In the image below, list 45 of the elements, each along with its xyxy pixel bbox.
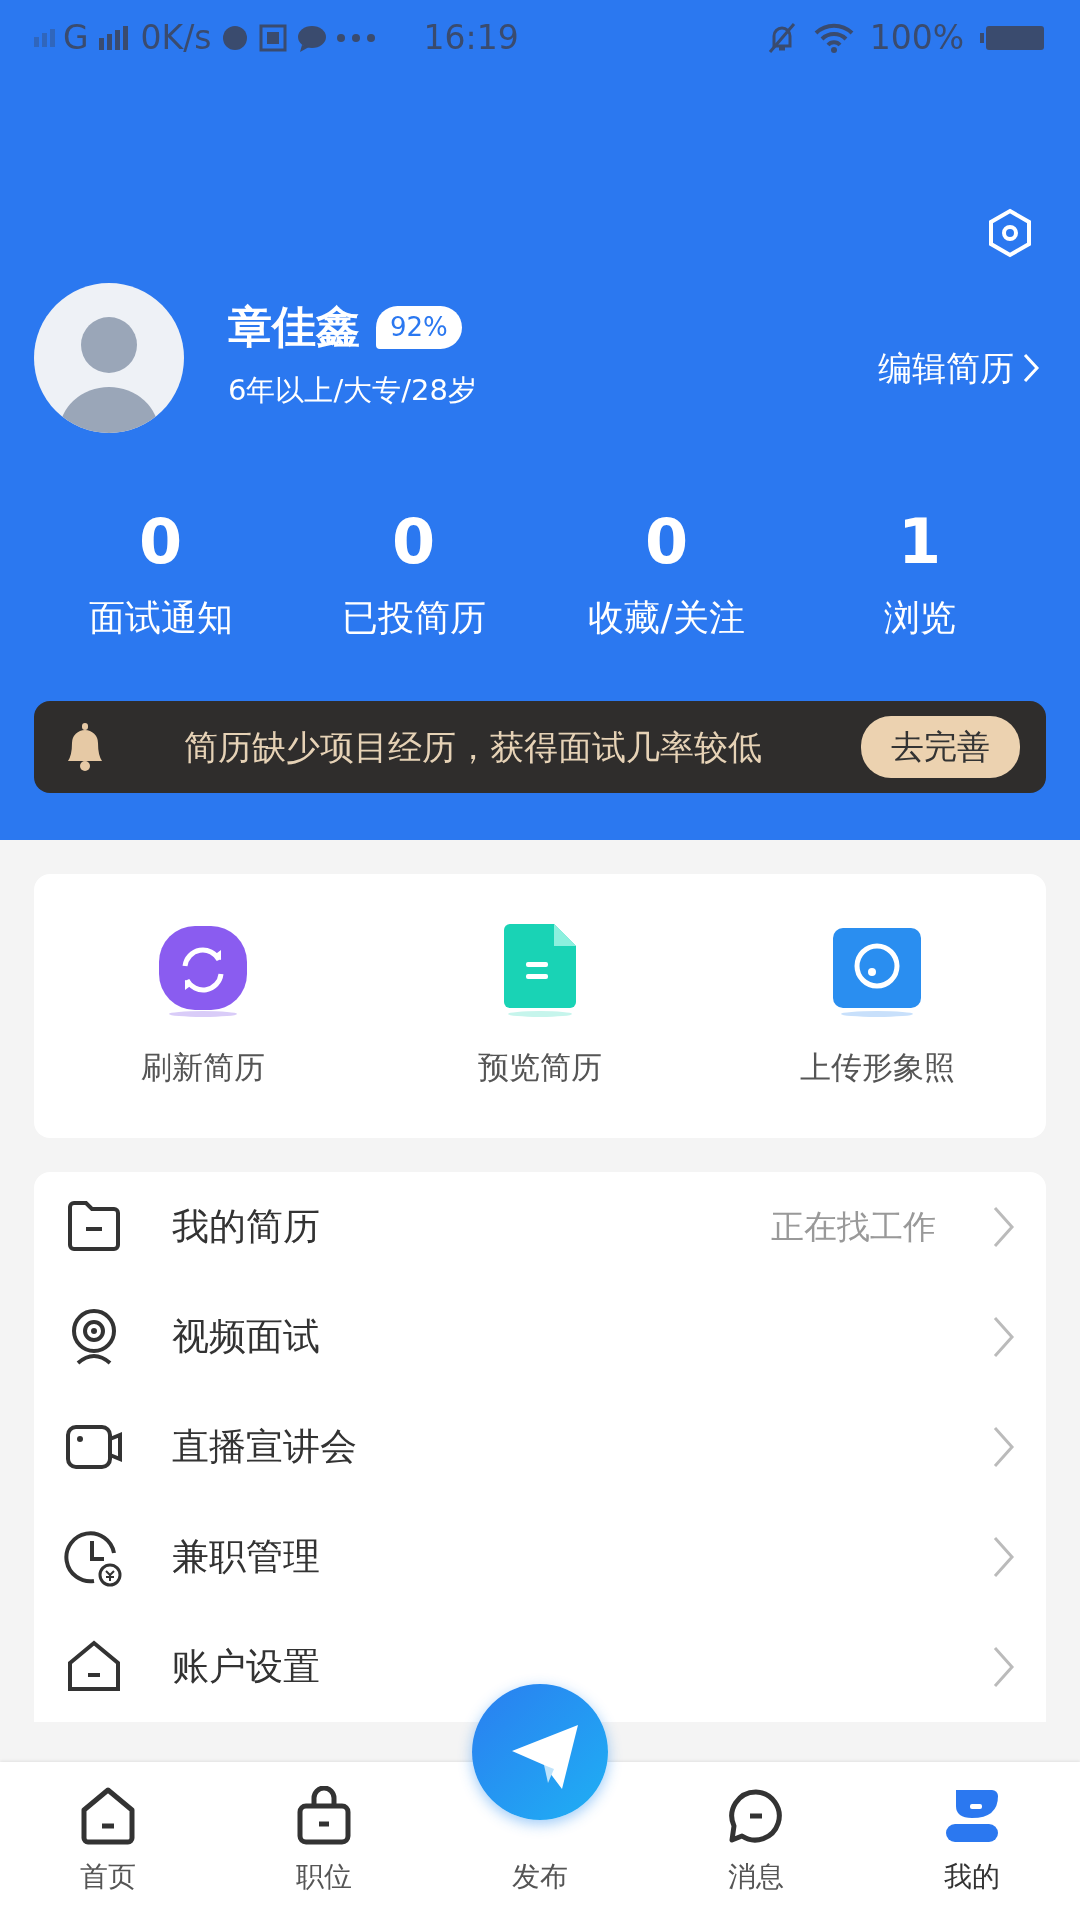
network-type: G xyxy=(63,17,89,60)
user-name: 章佳鑫 xyxy=(228,303,360,352)
more-icon xyxy=(335,33,376,43)
edit-resume-link[interactable]: 编辑简历 xyxy=(872,341,1046,395)
menu-item[interactable]: 账户设置 xyxy=(34,1612,1046,1722)
chevron-right-icon xyxy=(992,1205,1016,1249)
complete-button[interactable]: 去完善 xyxy=(861,716,1020,778)
notice-text: 简历缺少项目经历，获得面试几率较低 xyxy=(184,725,762,769)
stat-label[interactable]: 已投简历 xyxy=(341,591,486,645)
quick-action-label[interactable]: 预览简历 xyxy=(478,1043,602,1091)
tab-label[interactable]: 首页 xyxy=(80,1856,136,1898)
tab-label[interactable]: 发布 xyxy=(512,1856,568,1898)
menu-item[interactable]: 兼职管理 xyxy=(34,1502,1046,1612)
tab-label[interactable]: 我的 xyxy=(944,1856,1000,1898)
network-speed: 0K/s xyxy=(140,17,212,60)
quick-action-label[interactable]: 刷新简历 xyxy=(140,1043,265,1091)
quick-action-label[interactable]: 上传形象照 xyxy=(799,1043,955,1091)
stat-count: 0 xyxy=(391,511,436,573)
stat-count: 1 xyxy=(897,511,942,573)
publish-button[interactable] xyxy=(472,1684,608,1820)
chevron-right-icon xyxy=(992,1425,1016,1469)
menu-item[interactable]: 我的简历 正在找工作 xyxy=(34,1172,1046,1282)
chevron-right-icon xyxy=(992,1315,1016,1359)
stat-label[interactable]: 收藏/关注 xyxy=(588,591,745,645)
tab-label[interactable]: 消息 xyxy=(728,1856,784,1898)
battery-level: 100% xyxy=(869,17,964,60)
chat-icon xyxy=(295,23,328,53)
chevron-right-icon xyxy=(992,1645,1016,1689)
menu-item[interactable]: 视频面试 xyxy=(34,1282,1046,1392)
profile-summary: 6年以上/大专/28岁 xyxy=(228,372,477,410)
stat-label[interactable]: 浏览 xyxy=(883,591,956,645)
chevron-right-icon xyxy=(1022,352,1040,384)
wifi-icon xyxy=(813,23,854,53)
completeness-badge: 92% xyxy=(376,305,462,349)
battery-icon xyxy=(980,23,1046,53)
app-icon xyxy=(257,23,288,53)
stat-count: 0 xyxy=(138,511,183,573)
menu-item[interactable]: 直播宣讲会 xyxy=(34,1392,1046,1502)
menu-item-value: 正在找工作 xyxy=(771,1206,936,1249)
stat-label[interactable]: 面试通知 xyxy=(88,591,233,645)
clock: 16:19 xyxy=(423,17,519,60)
signal-icon xyxy=(34,29,55,47)
chevron-right-icon xyxy=(992,1535,1016,1579)
stat-count: 0 xyxy=(644,511,689,573)
tab-label[interactable]: 职位 xyxy=(296,1856,352,1898)
